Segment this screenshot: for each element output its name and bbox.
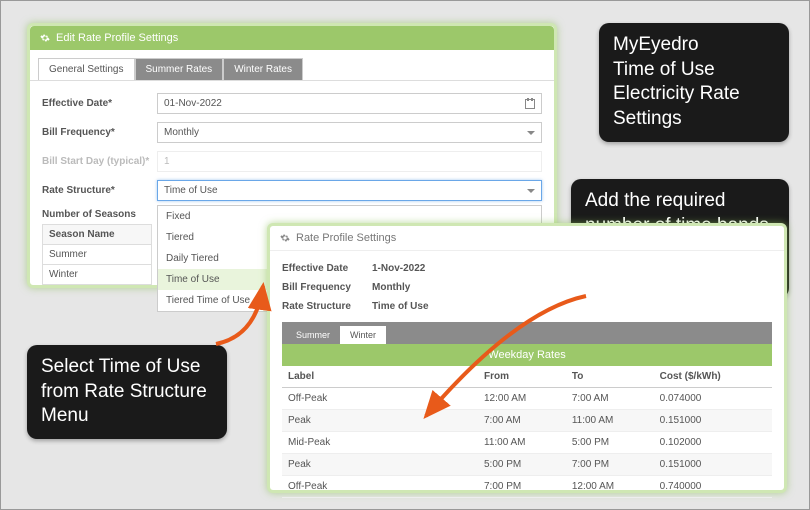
label-effective-date: Effective Date* [42,98,157,109]
callout-select-tou: Select Time of Usefrom Rate StructureMen… [27,345,227,439]
season-row[interactable]: Summer [43,245,152,265]
input-bill-start-day: 1 [157,151,542,172]
label-rate-structure: Rate Structure* [42,185,157,196]
panel2-header: Rate Profile Settings [270,226,784,251]
season-header: Season Name [43,225,152,245]
table-row[interactable]: Peak7:00 AM11:00 AM0.151000 [282,410,772,432]
label-bill-frequency-2: Bill Frequency [282,282,372,293]
col-cost: Cost ($/kWh) [654,366,772,388]
cell-cost: 0.102000 [654,432,772,454]
input-effective-date[interactable]: 01-Nov-2022 [157,93,542,114]
table-row[interactable]: Off-Peak7:00 PM12:00 AM0.740000 [282,476,772,498]
label-rate-structure-2: Rate Structure [282,301,372,312]
season-tab-winter[interactable]: Winter [340,326,386,344]
chevron-down-icon [527,189,535,193]
tab-general-settings[interactable]: General Settings [38,58,135,80]
cell-from: 11:00 AM [478,432,566,454]
cell-cost: 0.151000 [654,454,772,476]
value-bill-frequency: Monthly [164,127,199,138]
rate-profile-panel: Rate Profile Settings Effective Date 1-N… [267,223,787,493]
value-effective-date: 01-Nov-2022 [164,98,222,109]
table-row[interactable]: Off-Peak12:00 AM7:00 AM0.074000 [282,388,772,410]
table-row[interactable]: Peak5:00 PM7:00 PM0.151000 [282,454,772,476]
value-bill-frequency-2: Monthly [372,282,410,293]
cell-to: 11:00 AM [566,410,654,432]
cell-cost: 0.151000 [654,410,772,432]
label-bill-frequency: Bill Frequency* [42,127,157,138]
cell-to: 12:00 AM [566,476,654,498]
tab-summer-rates[interactable]: Summer Rates [135,58,224,80]
panel1-header: Edit Rate Profile Settings [30,26,554,50]
select-rate-structure[interactable]: Time of Use [157,180,542,201]
chevron-down-icon [527,131,535,135]
col-to: To [566,366,654,388]
cell-from: 7:00 AM [478,410,566,432]
gear-icon [40,33,50,43]
value-rate-structure-2: Time of Use [372,301,429,312]
season-tab-summer[interactable]: Summer [286,326,340,344]
tab-winter-rates[interactable]: Winter Rates [223,58,303,80]
label-num-seasons: Number of Seasons [42,209,136,220]
season-row[interactable]: Winter [43,265,152,285]
cell-cost: 0.740000 [654,476,772,498]
table-row[interactable]: Mid-Peak11:00 AM5:00 PM0.102000 [282,432,772,454]
rates-table: Label From To Cost ($/kWh) Off-Peak12:00… [282,366,772,498]
cell-label: Off-Peak [282,388,478,410]
panel2-title: Rate Profile Settings [296,232,396,244]
value-effective-date-2: 1-Nov-2022 [372,263,425,274]
callout-title: MyEyedroTime of UseElectricity RateSetti… [599,23,789,142]
cell-from: 12:00 AM [478,388,566,410]
cell-cost: 0.074000 [654,388,772,410]
col-label: Label [282,366,478,388]
rates-title: Weekday Rates [282,344,772,366]
season-table: Season Name Summer Winter [42,224,152,285]
cell-from: 5:00 PM [478,454,566,476]
value-rate-structure: Time of Use [164,185,218,196]
label-effective-date-2: Effective Date [282,263,372,274]
cell-to: 7:00 AM [566,388,654,410]
cell-label: Off-Peak [282,476,478,498]
season-tabs: Summer Winter [282,322,772,344]
col-from: From [478,366,566,388]
value-bill-start-day: 1 [164,156,170,167]
gear-icon [280,233,290,243]
select-bill-frequency[interactable]: Monthly [157,122,542,143]
cell-to: 7:00 PM [566,454,654,476]
panel1-tabs: General Settings Summer Rates Winter Rat… [30,50,554,81]
cell-from: 7:00 PM [478,476,566,498]
cell-label: Peak [282,410,478,432]
cell-to: 5:00 PM [566,432,654,454]
panel1-title: Edit Rate Profile Settings [56,32,178,44]
calendar-icon[interactable] [525,99,535,109]
label-bill-start-day: Bill Start Day (typical)* [42,156,157,167]
cell-label: Mid-Peak [282,432,478,454]
cell-label: Peak [282,454,478,476]
